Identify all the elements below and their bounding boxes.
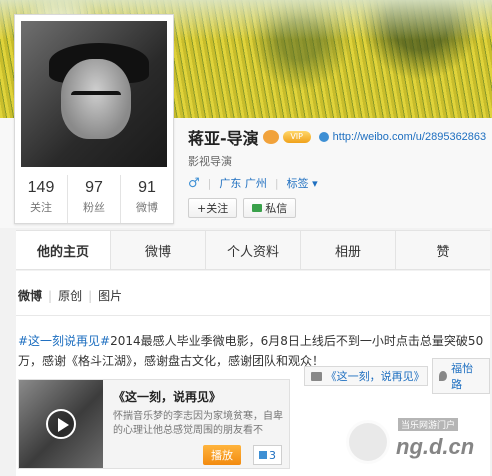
stat-label: 微博	[136, 201, 158, 214]
stat-num: 91	[138, 179, 156, 196]
avatar-card: 149 关注 97 粉丝 91 微博	[14, 14, 174, 224]
action-buttons: +关注 私信	[188, 198, 297, 218]
profile-url[interactable]: http://weibo.com/u/2895362863	[333, 131, 487, 143]
meta-row: ♂ | 广东 广州 | 标签 ▾	[188, 175, 318, 191]
vip-icon[interactable]: VIP	[282, 131, 311, 143]
name-row: 蒋亚-导演 VIP http://weibo.com/u/2895362863	[188, 125, 486, 149]
profile-name: 蒋亚-导演	[188, 129, 259, 148]
video-icon	[311, 371, 322, 381]
play-button[interactable]: 播放	[203, 445, 241, 465]
location-tag[interactable]: 福怡路	[432, 358, 490, 394]
hashtag-link[interactable]: #这一刻说再见#	[18, 334, 110, 348]
video-thumbnail[interactable]	[19, 380, 103, 468]
tab-likes[interactable]: 赞	[396, 231, 490, 269]
chevron-down-icon: ▾	[312, 177, 318, 190]
male-icon: ♂	[188, 175, 200, 191]
subtab-weibo[interactable]: 微博	[18, 287, 42, 304]
tab-home[interactable]: 他的主页	[16, 231, 111, 269]
subtab-images[interactable]: 图片	[98, 287, 122, 304]
stat-num: 97	[85, 179, 103, 196]
tags-dropdown[interactable]: 标签 ▾	[287, 175, 318, 191]
divider	[16, 315, 490, 316]
link-icon	[318, 132, 329, 142]
verified-badge-icon[interactable]	[262, 130, 279, 144]
video-title[interactable]: 《这一刻，说再见》	[113, 388, 221, 405]
message-icon	[252, 204, 263, 212]
tab-weibo[interactable]: 微博	[111, 231, 206, 269]
stat-posts[interactable]: 91 微博	[121, 175, 173, 223]
stat-followers[interactable]: 97 粉丝	[68, 175, 121, 223]
watermark-text: 当乐网游门户	[398, 418, 459, 431]
stat-label: 关注	[30, 201, 52, 214]
stats: 149 关注 97 粉丝 91 微博	[15, 175, 173, 223]
like-button[interactable]: 3	[253, 445, 282, 465]
video-card[interactable]: 《这一刻，说再见》 怀揣音乐梦的李志因为家境贫寒，自卑的心理让他总感觉周围的朋友…	[18, 379, 290, 469]
watermark-logo-icon	[346, 420, 390, 464]
video-desc: 怀揣音乐梦的李志因为家境贫寒，自卑的心理让他总感觉周围的朋友看不	[113, 411, 283, 436]
message-button[interactable]: 私信	[243, 198, 297, 218]
follow-button[interactable]: +关注	[188, 198, 238, 218]
watermark: 当乐网游门户 ng.d.cn	[346, 414, 486, 470]
stat-num: 149	[27, 179, 55, 196]
avatar[interactable]	[21, 21, 167, 167]
watermark-domain: ng.d.cn	[396, 434, 475, 459]
tab-album[interactable]: 相册	[301, 231, 396, 269]
location-pin-icon	[439, 371, 448, 381]
tab-profile[interactable]: 个人资料	[206, 231, 301, 269]
profile-tabs: 他的主页 微博 个人资料 相册 赞	[16, 230, 490, 270]
feed-subtabs: 微博 | 原创 | 图片	[18, 287, 123, 304]
video-link[interactable]: 《这一刻，说再见》	[304, 366, 429, 386]
post-links: 《这一刻，说再见》 福怡路	[304, 358, 490, 394]
profile-intro: 影视导演	[188, 155, 232, 168]
play-icon[interactable]	[46, 409, 76, 439]
subtab-original[interactable]: 原创	[58, 287, 82, 304]
stat-label: 粉丝	[83, 201, 105, 214]
stat-following[interactable]: 149 关注	[15, 175, 68, 223]
location-link[interactable]: 广东 广州	[219, 175, 267, 191]
thumbs-up-icon	[259, 451, 267, 459]
